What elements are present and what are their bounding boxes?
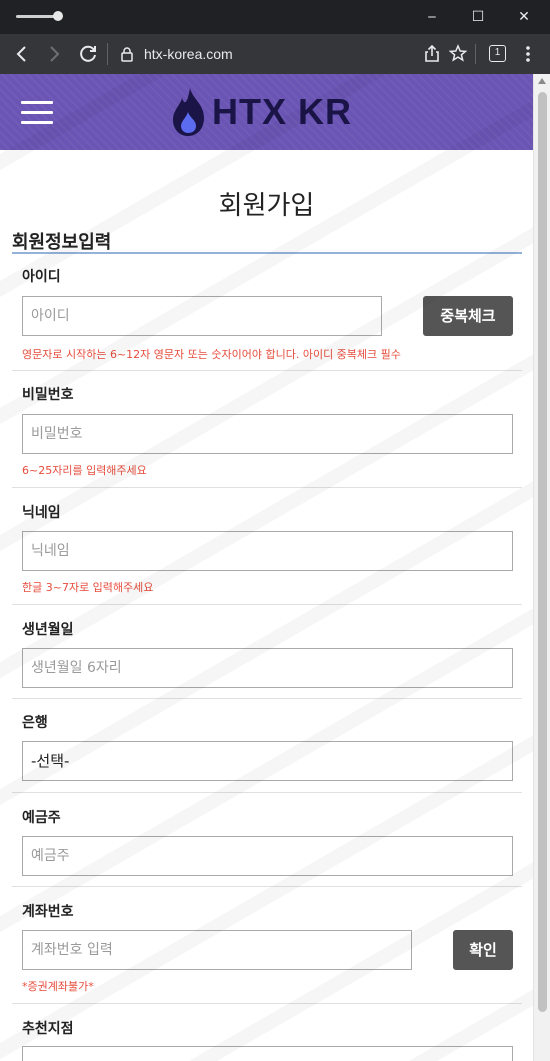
holder-input[interactable]: 예금주 [22,836,513,876]
divider [12,1003,522,1004]
hamburger-menu-icon[interactable] [21,101,53,125]
referral-input[interactable] [22,1046,513,1061]
web-page: HTX KR 회원가입 회원정보입력 아이디 아이디 중복체크 영문자로 시작하… [0,74,533,1061]
id-label: 아이디 [22,269,61,285]
password-hint: 6~25자리를 입력해주세요 [22,464,147,477]
page-scrollbar[interactable] [533,74,550,1061]
tab-count-button[interactable]: 1 [489,45,506,62]
close-icon[interactable]: ✕ [510,6,538,28]
id-hint: 영문자로 시작하는 6~12자 영문자 또는 숫자이어야 합니다. 아이디 중복… [22,348,401,361]
site-header: HTX KR [0,74,533,150]
section-title: 회원정보입력 [12,232,112,253]
separator [107,43,108,65]
nickname-input[interactable]: 닉네임 [22,531,513,571]
window-titlebar: ‒ ☐ ✕ [0,0,550,34]
bank-select[interactable]: -선택- [22,741,513,781]
account-hint: *증권계좌불가* [22,980,94,993]
menu-dots-icon[interactable] [516,42,540,66]
password-input[interactable]: 비밀번호 [22,414,513,454]
nickname-label: 닉네임 [22,505,61,521]
divider [12,604,522,605]
separator [475,44,476,64]
browser-toolbar: htx-korea.com 1 [0,34,550,74]
divider [12,698,522,699]
password-label: 비밀번호 [22,387,74,403]
bank-label: 은행 [22,715,48,731]
maximize-icon[interactable]: ☐ [464,6,492,28]
holder-label: 예금주 [22,810,61,826]
forward-icon[interactable] [42,42,66,66]
divider [12,886,522,887]
scroll-thumb[interactable] [538,92,547,1012]
divider [12,370,522,371]
back-icon[interactable] [10,42,34,66]
birth-label: 생년월일 [22,622,74,638]
logo-text: HTX KR [212,91,352,132]
duplicate-check-button[interactable]: 중복체크 [423,296,513,336]
minimize-icon[interactable]: ‒ [418,6,446,28]
divider [12,487,522,488]
volume-slider-knob[interactable] [53,11,63,21]
reload-icon[interactable] [76,42,100,66]
account-input[interactable]: 계좌번호 입력 [22,930,412,970]
scroll-up-arrow-icon[interactable] [538,78,546,84]
referral-label: 추천지점 [22,1021,74,1037]
lock-icon[interactable] [120,46,134,62]
birth-input[interactable]: 생년월일 6자리 [22,648,513,688]
id-input[interactable]: 아이디 [22,296,382,336]
flame-logo-icon [173,88,204,136]
site-logo[interactable]: HTX KR [170,84,352,140]
account-confirm-button[interactable]: 확인 [453,930,513,970]
page-title: 회원가입 [218,191,315,221]
account-label: 계좌번호 [22,904,74,920]
divider [12,792,522,793]
section-underline [12,252,522,254]
bookmark-star-icon[interactable] [446,42,470,66]
nickname-hint: 한글 3~7자로 입력해주세요 [22,581,154,594]
address-bar-url[interactable]: htx-korea.com [144,44,233,64]
share-icon[interactable] [420,42,444,66]
